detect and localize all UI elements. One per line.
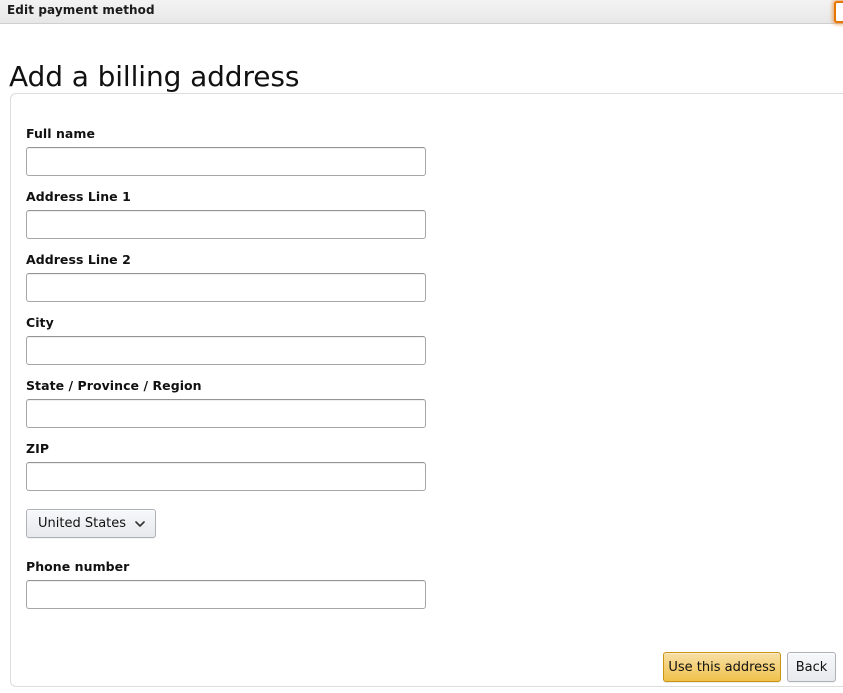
label-address-line-2: Address Line 2 <box>26 252 426 267</box>
country-dropdown-label: United States <box>38 516 126 531</box>
full-name-input[interactable] <box>26 147 426 176</box>
form-actions: Use this address Back <box>0 652 843 686</box>
phone-number-input[interactable] <box>26 580 426 609</box>
field-full-name: Full name <box>26 126 426 176</box>
label-state-province-region: State / Province / Region <box>26 378 426 393</box>
window-header-bar: Edit payment method <box>0 0 843 24</box>
billing-address-form: Full name Address Line 1 Address Line 2 … <box>26 126 426 622</box>
address-line-1-input[interactable] <box>26 210 426 239</box>
address-line-2-input[interactable] <box>26 273 426 302</box>
chevron-down-icon <box>135 519 145 529</box>
use-this-address-button[interactable]: Use this address <box>663 652 781 682</box>
label-phone-number: Phone number <box>26 559 426 574</box>
page-title: Add a billing address <box>9 60 299 93</box>
country-dropdown[interactable]: United States <box>26 509 156 538</box>
label-address-line-1: Address Line 1 <box>26 189 426 204</box>
field-state-province-region: State / Province / Region <box>26 378 426 428</box>
field-country: United States <box>26 509 426 538</box>
field-address-line-1: Address Line 1 <box>26 189 426 239</box>
label-full-name: Full name <box>26 126 426 141</box>
field-zip: ZIP <box>26 441 426 491</box>
field-phone-number: Phone number <box>26 559 426 609</box>
field-city: City <box>26 315 426 365</box>
window-title: Edit payment method <box>7 3 155 17</box>
zip-input[interactable] <box>26 462 426 491</box>
back-button[interactable]: Back <box>787 652 836 682</box>
focused-control-clipped[interactable] <box>834 1 843 23</box>
label-zip: ZIP <box>26 441 426 456</box>
state-province-region-input[interactable] <box>26 399 426 428</box>
city-input[interactable] <box>26 336 426 365</box>
field-address-line-2: Address Line 2 <box>26 252 426 302</box>
label-city: City <box>26 315 426 330</box>
